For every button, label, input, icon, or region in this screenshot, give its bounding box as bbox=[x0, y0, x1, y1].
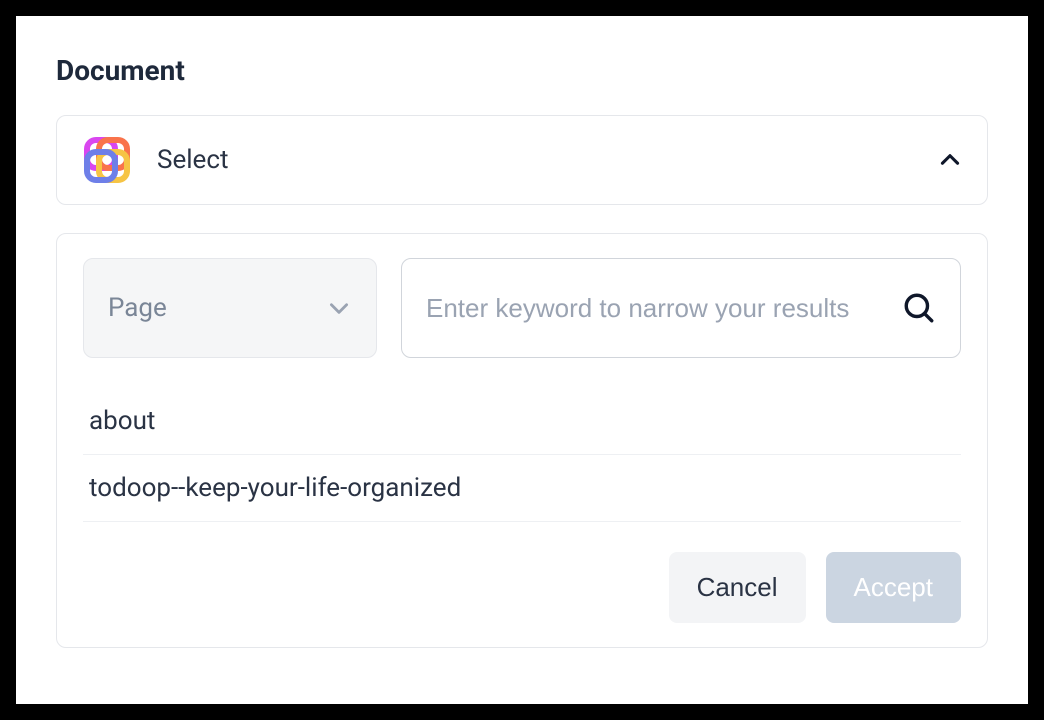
chevron-up-icon bbox=[937, 147, 963, 173]
app-logo-icon bbox=[81, 134, 133, 186]
accept-button[interactable]: Accept bbox=[826, 552, 962, 623]
type-select-label: Page bbox=[108, 293, 167, 323]
page-title: Document bbox=[56, 54, 988, 87]
result-item[interactable]: about bbox=[83, 388, 961, 455]
type-select[interactable]: Page bbox=[83, 258, 377, 358]
search-input[interactable] bbox=[426, 293, 890, 324]
result-item[interactable]: todoop--keep-your-life-organized bbox=[83, 455, 961, 522]
select-label: Select bbox=[157, 145, 913, 175]
cancel-button[interactable]: Cancel bbox=[669, 552, 806, 623]
search-icon bbox=[902, 291, 936, 325]
search-field[interactable] bbox=[401, 258, 961, 358]
document-select-trigger[interactable]: Select bbox=[56, 115, 988, 205]
chevron-down-icon bbox=[326, 295, 352, 321]
dropdown-panel: Page ab bbox=[56, 233, 988, 648]
